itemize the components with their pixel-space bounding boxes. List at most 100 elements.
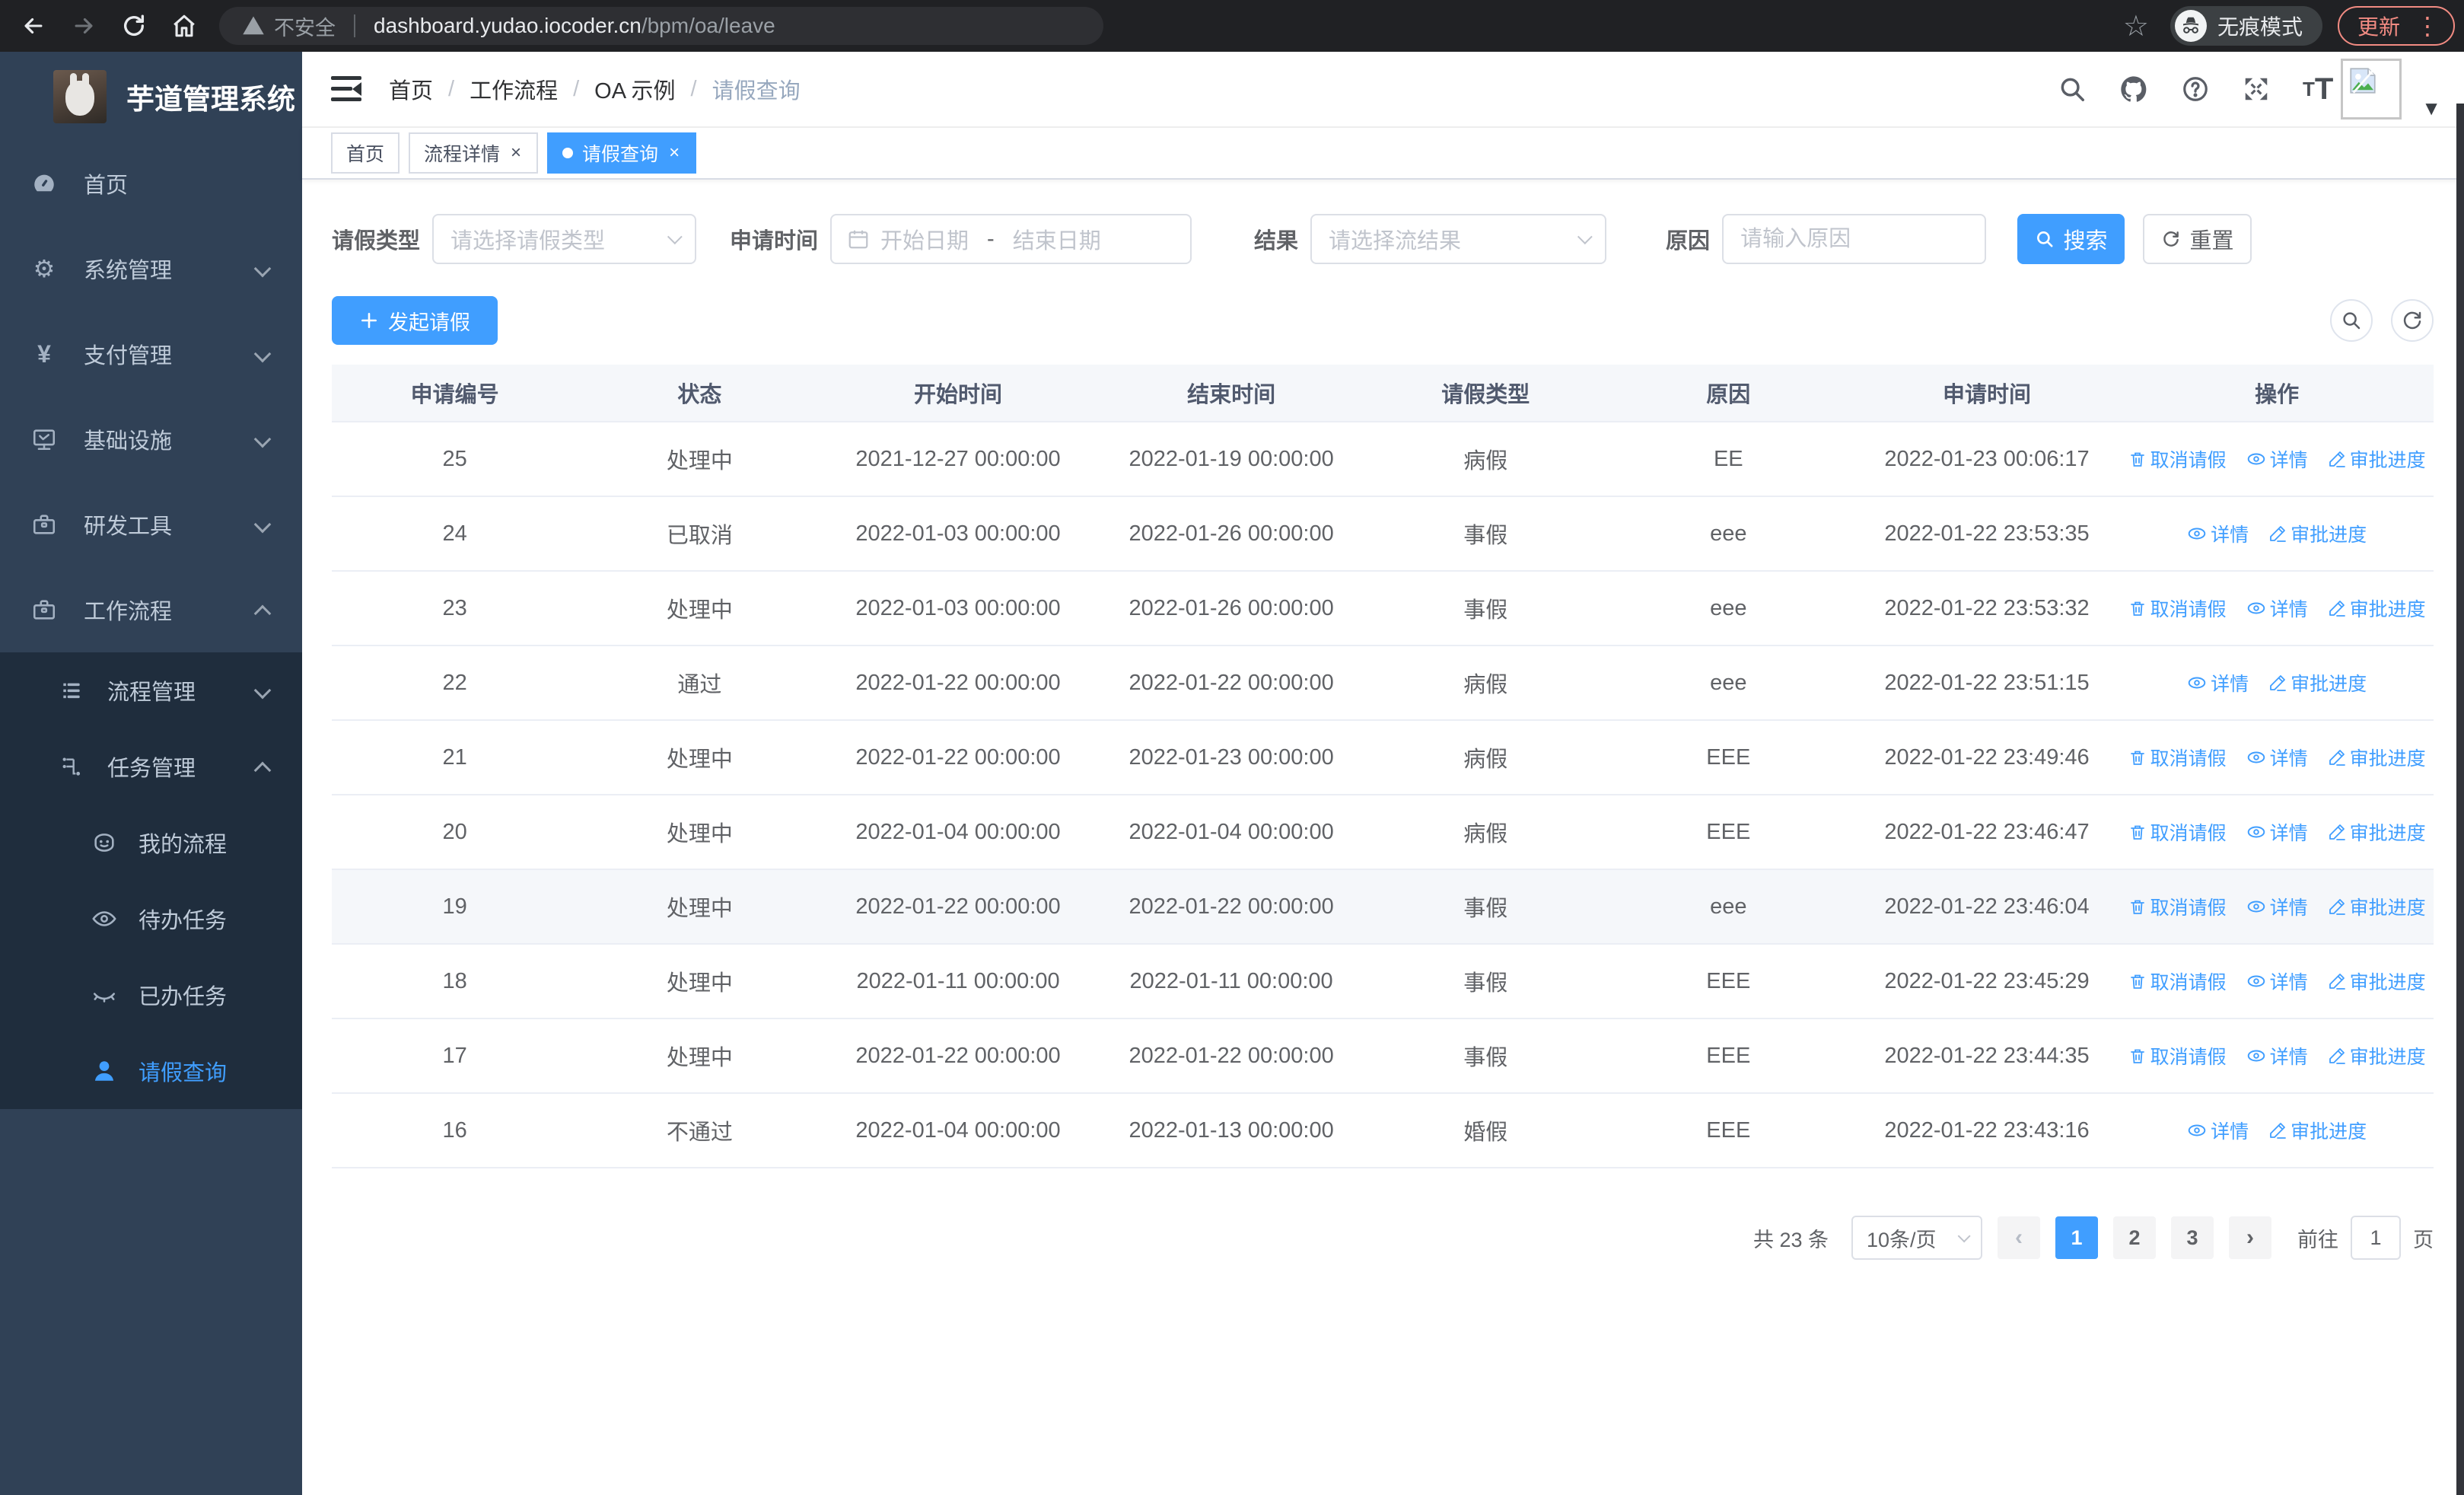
breadcrumb-separator: / xyxy=(448,76,455,101)
window-scrollbar[interactable] xyxy=(2456,104,2464,1495)
result-select[interactable]: 请选择流结果 xyxy=(1310,214,1607,264)
create-leave-button[interactable]: 发起请假 xyxy=(332,296,498,345)
tab-请假查询[interactable]: 请假查询 × xyxy=(547,132,697,174)
sidebar-item-todo-tasks[interactable]: 待办任务 xyxy=(0,881,302,957)
refresh-table-button[interactable] xyxy=(2391,299,2434,342)
font-size-icon[interactable]: TT xyxy=(2303,72,2333,107)
sidebar-item-devtools[interactable]: 研发工具 xyxy=(0,482,302,567)
column-header: 状态 xyxy=(677,383,722,407)
browser-reload-icon[interactable] xyxy=(120,12,148,40)
plus-icon xyxy=(361,313,377,328)
reset-button[interactable]: 重置 xyxy=(2143,214,2252,264)
browser-menu-icon[interactable]: ⋮ xyxy=(2415,11,2440,40)
avatar[interactable] xyxy=(2341,58,2402,120)
not-secure-badge[interactable]: 不安全 xyxy=(242,11,336,41)
progress-action-link[interactable]: 审批进度 xyxy=(2328,594,2426,622)
sidebar-item-process-mgmt[interactable]: 流程管理 xyxy=(0,652,302,728)
detail-action-link[interactable]: 详情 xyxy=(2246,893,2308,920)
detail-action-link[interactable]: 详情 xyxy=(2246,594,2308,622)
detail-action-link[interactable]: 详情 xyxy=(2187,520,2249,547)
cell-id: 23 xyxy=(442,595,467,620)
progress-action-link[interactable]: 审批进度 xyxy=(2328,893,2426,920)
cell-status: 不通过 xyxy=(666,1120,733,1145)
page-button-2[interactable]: 2 xyxy=(2113,1216,2156,1259)
cancel-action-link[interactable]: 取消请假 xyxy=(2128,744,2227,771)
sidebar-fold-icon[interactable] xyxy=(331,76,361,102)
fullscreen-icon[interactable] xyxy=(2242,75,2271,104)
cancel-action-link[interactable]: 取消请假 xyxy=(2128,893,2227,920)
detail-action-link[interactable]: 详情 xyxy=(2246,744,2308,771)
start-date-placeholder[interactable]: 开始日期 xyxy=(880,223,969,255)
next-page-button[interactable]: › xyxy=(2229,1216,2271,1259)
reason-input[interactable] xyxy=(1740,226,1969,252)
sidebar-item-leave-query[interactable]: 请假查询 xyxy=(0,1033,302,1109)
detail-action-link[interactable]: 详情 xyxy=(2246,1042,2308,1069)
cancel-action-link[interactable]: 取消请假 xyxy=(2128,818,2227,846)
table-row: 20 处理中 2022-01-04 00:00:00 2022-01-04 00:00… xyxy=(332,795,2434,870)
breadcrumb-item[interactable]: OA 示例 xyxy=(594,73,675,105)
progress-action-link[interactable]: 审批进度 xyxy=(2268,669,2367,696)
apply-time-range[interactable]: 开始日期 - 结束日期 xyxy=(830,214,1192,264)
sidebar-item-task-mgmt[interactable]: 任务管理 xyxy=(0,728,302,805)
leave-type-select[interactable]: 请选择请假类型 xyxy=(432,214,697,264)
cell-reason: eee xyxy=(1710,894,1747,919)
user-menu[interactable]: ▼ xyxy=(2341,58,2441,120)
search-icon xyxy=(2036,231,2053,247)
browser-back-icon[interactable] xyxy=(20,12,47,40)
progress-action-link[interactable]: 审批进度 xyxy=(2328,818,2426,846)
page-button-1[interactable]: 1 xyxy=(2055,1216,2098,1259)
progress-action-link[interactable]: 审批进度 xyxy=(2268,520,2367,547)
progress-action-link[interactable]: 审批进度 xyxy=(2328,744,2426,771)
detail-action-link[interactable]: 详情 xyxy=(2187,669,2249,696)
app-logo-row[interactable]: 芋道管理系统 xyxy=(0,52,302,141)
progress-action-link[interactable]: 审批进度 xyxy=(2328,967,2426,995)
sidebar-item-home[interactable]: 首页 xyxy=(0,141,302,226)
tab-首页[interactable]: 首页 xyxy=(331,132,400,174)
cell-applied: 2022-01-22 23:53:35 xyxy=(1884,521,2090,546)
search-button[interactable]: 搜索 xyxy=(2017,214,2125,264)
cell-start: 2022-01-22 00:00:00 xyxy=(855,744,1061,770)
cancel-action-link[interactable]: 取消请假 xyxy=(2128,594,2227,622)
url-bar[interactable]: 不安全 dashboard.yudao.iocoder.cn/bpm/oa/le… xyxy=(219,7,1103,45)
search-icon[interactable] xyxy=(2058,75,2087,104)
chevron-up-icon xyxy=(253,761,272,779)
show-search-button[interactable] xyxy=(2330,299,2373,342)
sidebar-item-infra[interactable]: 基础设施 xyxy=(0,397,302,482)
browser-home-icon[interactable] xyxy=(170,12,198,40)
page-jumper-input[interactable] xyxy=(2351,1216,2401,1260)
cell-reason: EEE xyxy=(1706,819,1751,844)
browser-update-button[interactable]: 更新 ⋮ xyxy=(2337,6,2455,46)
cell-id: 16 xyxy=(442,1117,467,1143)
progress-action-link[interactable]: 审批进度 xyxy=(2268,1117,2367,1144)
browser-forward-icon[interactable] xyxy=(70,12,97,40)
end-date-placeholder[interactable]: 结束日期 xyxy=(1013,223,1101,255)
sidebar-item-payment[interactable]: ¥ 支付管理 xyxy=(0,311,302,397)
trash-icon xyxy=(2130,900,2144,914)
cell-end: 2022-01-26 00:00:00 xyxy=(1129,521,1334,546)
github-icon[interactable] xyxy=(2119,74,2149,104)
detail-action-link[interactable]: 详情 xyxy=(2246,967,2308,995)
bookmark-star-icon[interactable]: ☆ xyxy=(2123,9,2149,43)
progress-action-link[interactable]: 审批进度 xyxy=(2328,445,2426,473)
reason-field[interactable] xyxy=(1722,214,1987,264)
tab-流程详情[interactable]: 流程详情 × xyxy=(409,132,539,174)
breadcrumb-item[interactable]: 首页 xyxy=(389,73,433,105)
close-icon[interactable]: × xyxy=(509,142,523,164)
detail-action-link[interactable]: 详情 xyxy=(2246,445,2308,473)
breadcrumb-item[interactable]: 工作流程 xyxy=(470,73,558,105)
close-icon[interactable]: × xyxy=(667,142,681,164)
cancel-action-link[interactable]: 取消请假 xyxy=(2128,445,2227,473)
sidebar-item-my-process[interactable]: 我的流程 xyxy=(0,805,302,881)
cancel-action-link[interactable]: 取消请假 xyxy=(2128,1042,2227,1069)
detail-action-link[interactable]: 详情 xyxy=(2246,818,2308,846)
page-button-3[interactable]: 3 xyxy=(2171,1216,2214,1259)
sidebar-item-workflow[interactable]: 工作流程 xyxy=(0,567,302,652)
progress-action-link[interactable]: 审批进度 xyxy=(2328,1042,2426,1069)
prev-page-button[interactable]: ‹ xyxy=(1998,1216,2040,1259)
sidebar-item-done-tasks[interactable]: 已办任务 xyxy=(0,957,302,1033)
cancel-action-link[interactable]: 取消请假 xyxy=(2128,967,2227,995)
sidebar-item-system[interactable]: ⚙ 系统管理 xyxy=(0,226,302,311)
page-size-select[interactable]: 10条/页 xyxy=(1851,1216,1982,1260)
help-icon[interactable] xyxy=(2181,75,2210,104)
detail-action-link[interactable]: 详情 xyxy=(2187,1117,2249,1144)
